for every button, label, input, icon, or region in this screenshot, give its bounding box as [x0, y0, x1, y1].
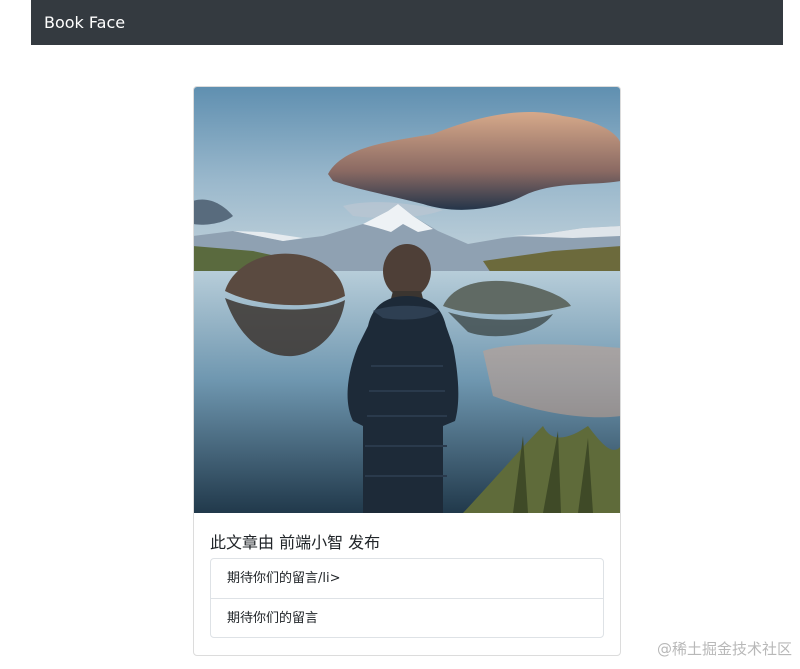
card-image — [194, 87, 620, 513]
top-navbar: Book Face — [31, 0, 783, 45]
card-title: 此文章由 前端小智 发布 — [210, 533, 381, 552]
watermark: @稀土掘金技术社区 — [656, 640, 792, 658]
post-card: 此文章由 前端小智 发布 期待你们的留言/li> 期待你们的留言 — [193, 86, 621, 656]
comment-list: 期待你们的留言/li> 期待你们的留言 — [210, 558, 604, 638]
navbar-brand[interactable]: Book Face — [44, 13, 125, 32]
list-item: 期待你们的留言/li> — [227, 571, 341, 586]
list-item: 期待你们的留言 — [211, 598, 603, 637]
